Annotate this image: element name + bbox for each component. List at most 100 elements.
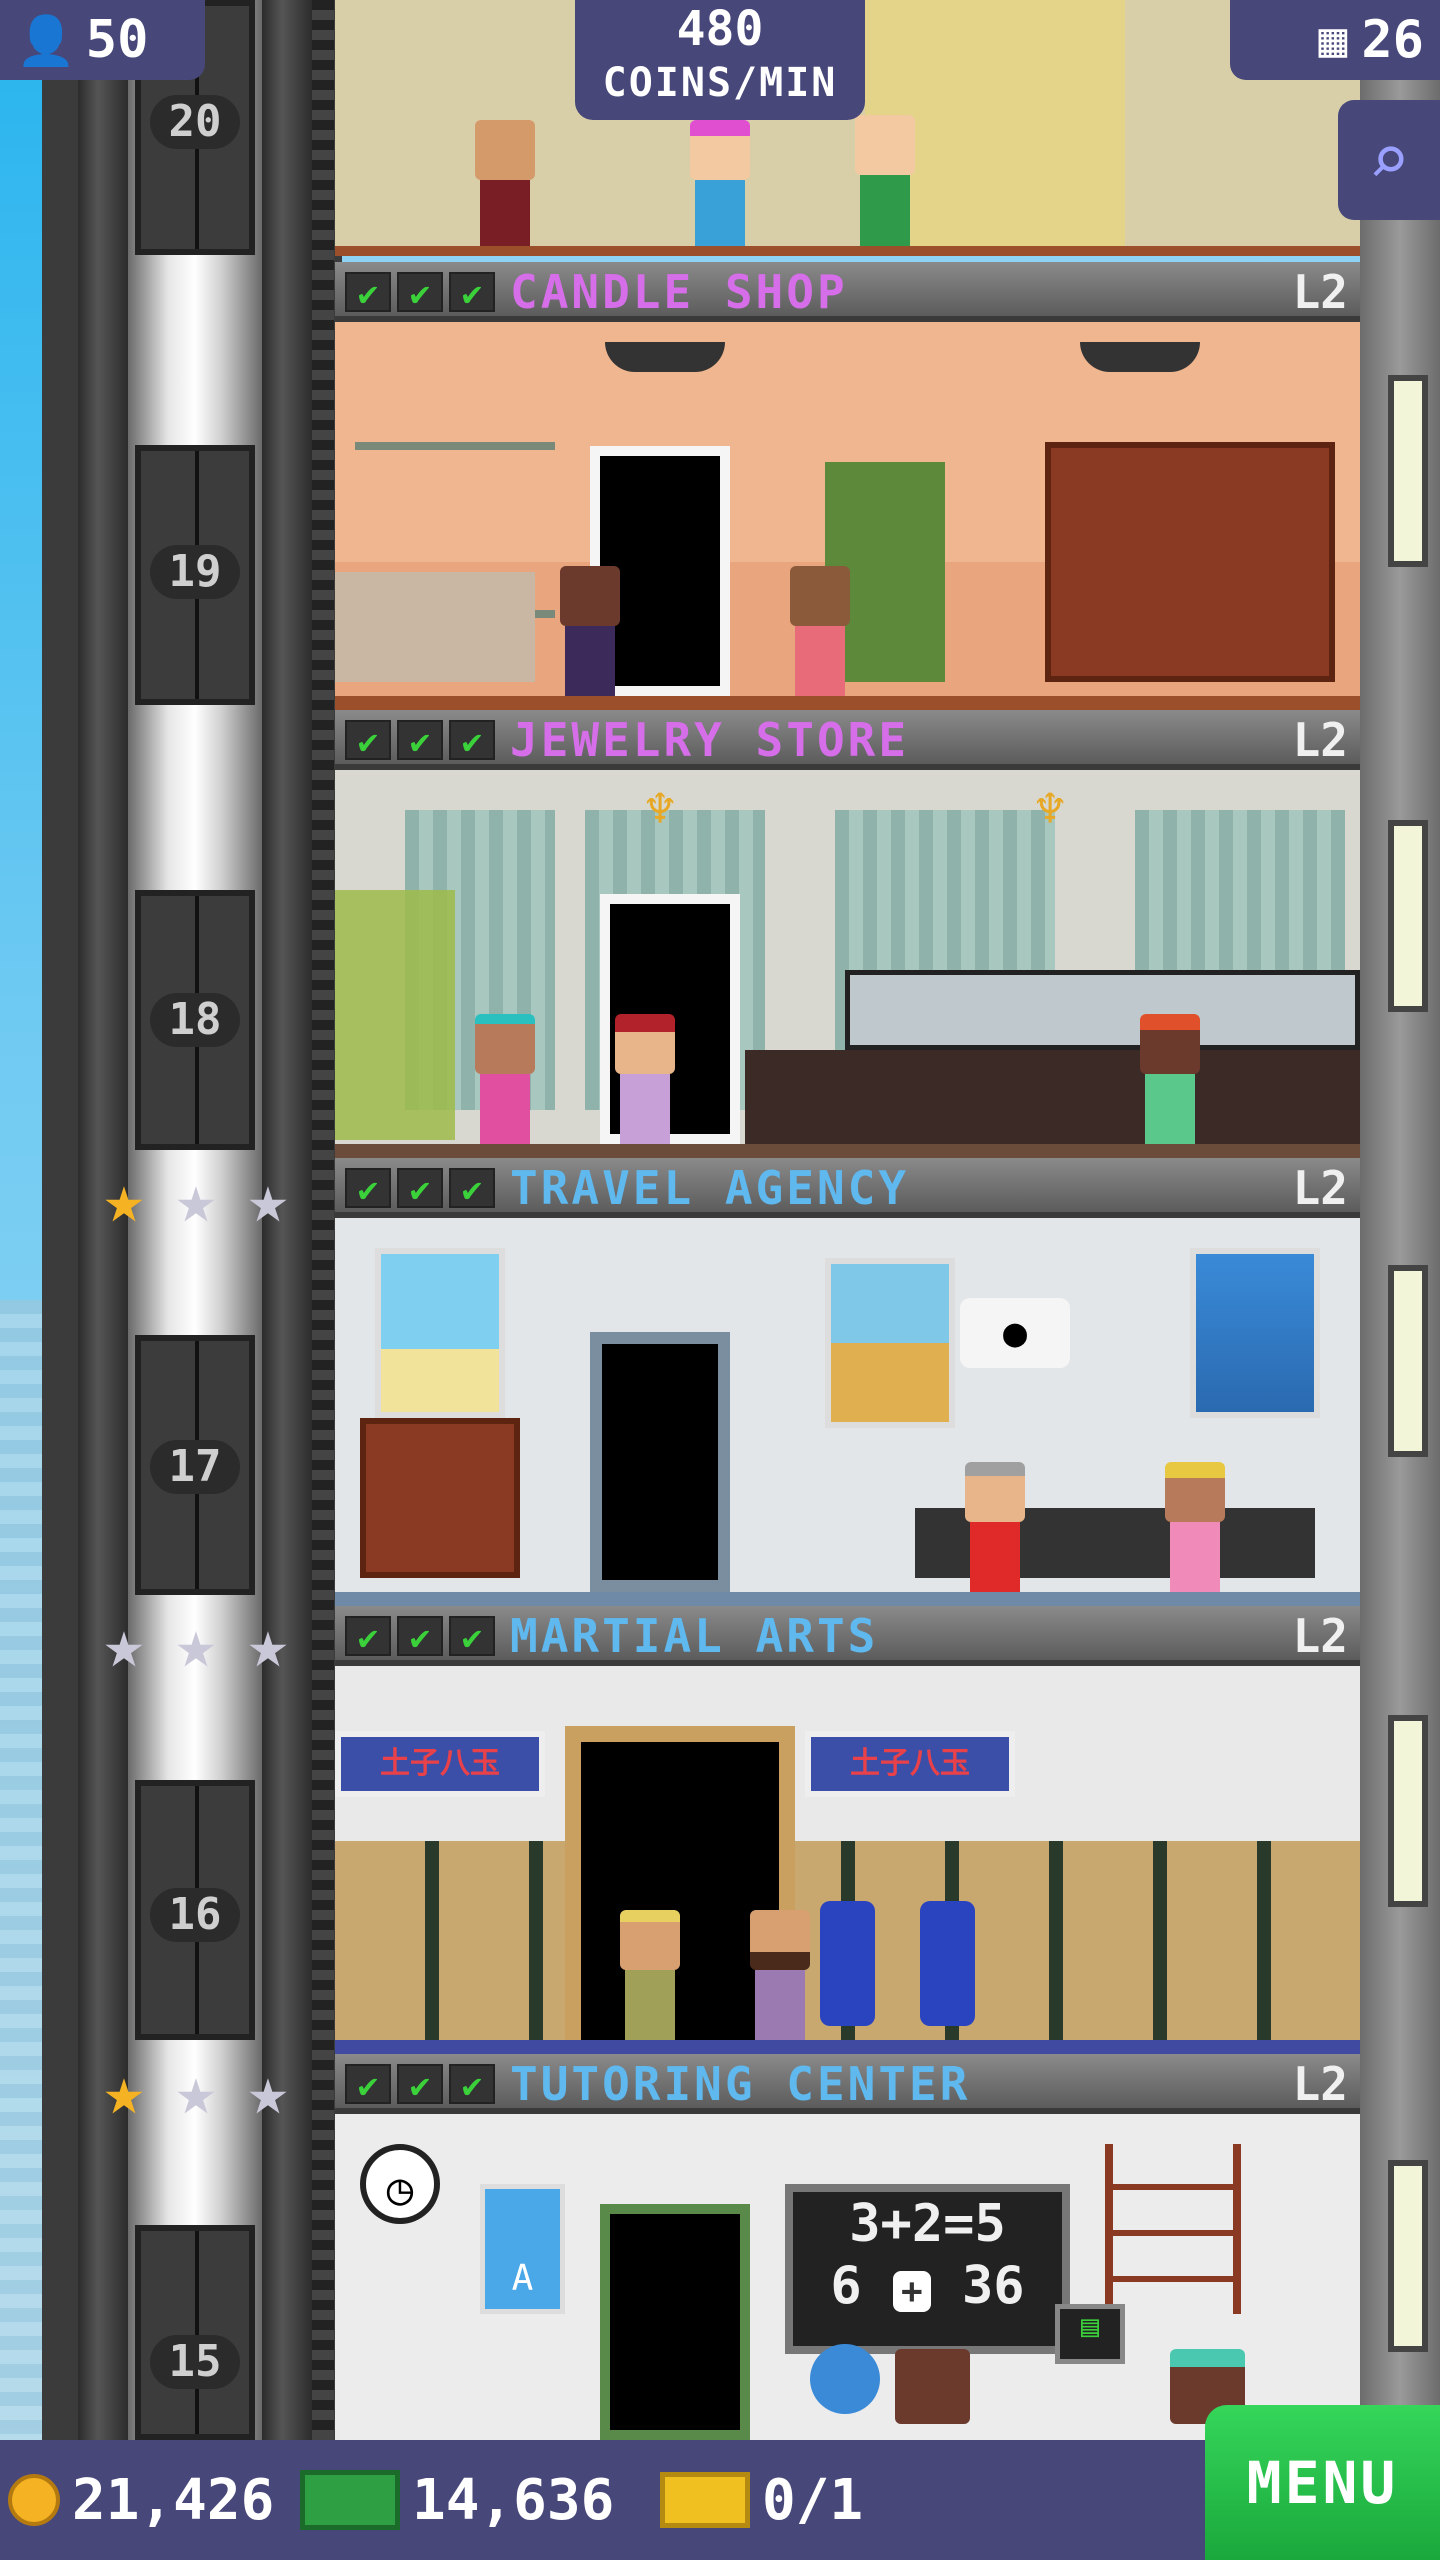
coins-balance[interactable]: 21,426 — [8, 2445, 274, 2555]
apple-poster: A — [480, 2184, 565, 2314]
floor-candle-shop[interactable]: ✔ ✔ ✔ CANDLE SHOP L2 — [335, 262, 1360, 710]
floor-20-floorboard — [335, 246, 1360, 256]
check-icon: ✔ — [397, 1616, 443, 1658]
room-floor — [335, 696, 1360, 710]
bridge-poster — [1190, 1248, 1320, 1418]
elevator-door-15[interactable] — [135, 2225, 255, 2440]
person-head — [855, 115, 915, 175]
check-icon: ✔ — [345, 272, 391, 314]
tickets-balance[interactable]: 0/1 — [660, 2445, 863, 2555]
person-body — [625, 1970, 675, 2040]
person-head — [1140, 1014, 1200, 1074]
floor-checks: ✔ ✔ ✔ — [345, 720, 495, 762]
person[interactable] — [960, 1462, 1030, 1592]
person-body — [755, 1970, 805, 2040]
person-head — [895, 2349, 970, 2424]
magnifier-icon: ⌕ — [1367, 119, 1411, 201]
floor-label-bar: ✔ ✔ ✔ TUTORING CENTER L2 — [335, 2054, 1360, 2114]
floor-label-bar: ✔ ✔ ✔ MARTIAL ARTS L2 — [335, 1606, 1360, 1666]
check-icon: ✔ — [397, 720, 443, 762]
floor-checks: ✔ ✔ ✔ — [345, 1616, 495, 1658]
floor-level: L2 — [1292, 265, 1348, 319]
building-window — [1388, 820, 1428, 1012]
floor-room[interactable]: ◷ A 3+2=5 6 + 36 ▤ — [335, 2114, 1360, 2440]
check-icon: ✔ — [397, 272, 443, 314]
floor-level: L2 — [1292, 713, 1348, 767]
person-head — [750, 1910, 810, 1970]
elevator-track — [312, 0, 334, 2440]
person[interactable] — [1135, 1014, 1205, 1144]
thought-bubble[interactable]: ● — [960, 1298, 1070, 1368]
display-case — [845, 970, 1360, 1050]
floor-room[interactable] — [335, 322, 1360, 710]
floor-martial-arts[interactable]: ✔ ✔ ✔ MARTIAL ARTS L2 ⼟⼦⼋⽟ ⼟⼦⼋⽟ — [335, 1606, 1360, 2054]
person-head — [965, 1462, 1025, 1522]
person[interactable] — [470, 1014, 540, 1144]
floor-label-bar: ✔ ✔ ✔ TRAVEL AGENCY L2 — [335, 1158, 1360, 1218]
dojo-banner: ⼟⼦⼋⽟ — [805, 1731, 1015, 1797]
person-body — [695, 180, 745, 250]
star-icon: ★ — [103, 1605, 145, 1684]
coins-value: 21,426 — [72, 2467, 275, 2533]
person-body — [565, 626, 615, 696]
person-head — [475, 1014, 535, 1074]
floor-name: CANDLE SHOP — [510, 265, 848, 319]
coin-icon — [8, 2474, 60, 2526]
star-rating-row-2: ★ ★ ★ — [92, 1605, 300, 1684]
floor-number-20: 20 — [150, 95, 240, 149]
punching-bag — [820, 1901, 875, 2026]
island-poster — [825, 1258, 955, 1428]
population-counter[interactable]: 👤 50 — [0, 0, 205, 80]
check-icon: ✔ — [449, 272, 495, 314]
floor-checks: ✔ ✔ ✔ — [345, 1168, 495, 1210]
person-head — [560, 566, 620, 626]
floor-level: L2 — [1292, 1161, 1348, 1215]
floor-room[interactable]: ♆ ♆ — [335, 770, 1360, 1158]
floor-label-bar: ✔ ✔ ✔ CANDLE SHOP L2 — [335, 262, 1360, 322]
floor-tutoring-center[interactable]: ✔ ✔ ✔ TUTORING CENTER L2 ◷ A 3+2=5 6 + 3… — [335, 2054, 1360, 2440]
floor-room[interactable]: ⼟⼦⼋⽟ ⼟⼦⼋⽟ — [335, 1666, 1360, 2054]
person-head — [690, 120, 750, 180]
room-floor — [335, 2040, 1360, 2054]
star-rating-row-1: ★ ★ ★ — [92, 1160, 300, 1239]
person-head — [790, 566, 850, 626]
person[interactable] — [615, 1910, 685, 2040]
person[interactable] — [745, 1910, 815, 2040]
people-icon: 👤 — [16, 12, 76, 69]
building-side-wall — [1360, 0, 1440, 2440]
calculator-icon[interactable]: + — [893, 2271, 931, 2312]
floor-jewelry-store[interactable]: ✔ ✔ ✔ JEWELRY STORE L2 ♆ ♆ — [335, 710, 1360, 1158]
star-icon: ★ — [175, 1605, 217, 1684]
check-icon: ✔ — [449, 1616, 495, 1658]
jewelry-counter — [745, 1050, 1360, 1144]
person[interactable] — [785, 566, 855, 696]
floor-room[interactable]: ● — [335, 1218, 1360, 1606]
search-button[interactable]: ⌕ — [1338, 100, 1440, 220]
check-icon: ✔ — [449, 720, 495, 762]
floor-counter[interactable]: ▦ 26 — [1230, 0, 1440, 80]
wall-clock-icon: ◷ — [360, 2144, 440, 2224]
computer-monitor-icon: ▤ — [1055, 2304, 1125, 2364]
candle-shelf — [1045, 442, 1335, 682]
star-icon: ★ — [103, 2052, 145, 2131]
person-head — [620, 1910, 680, 1970]
star-icon: ★ — [175, 1160, 217, 1239]
chandelier-icon: ♆ — [644, 780, 676, 838]
person[interactable] — [555, 566, 625, 696]
person[interactable] — [610, 1014, 680, 1144]
check-icon: ✔ — [345, 2064, 391, 2106]
floor-checks: ✔ ✔ ✔ — [345, 2064, 495, 2106]
person-body — [620, 1074, 670, 1144]
floor-name: TUTORING CENTER — [510, 2057, 971, 2111]
person-head — [475, 120, 535, 180]
person[interactable] — [1160, 1462, 1230, 1592]
chalkboard: 3+2=5 6 + 36 — [785, 2184, 1070, 2354]
building-icon: ▦ — [1318, 12, 1348, 68]
plant — [335, 890, 455, 1140]
floor-travel-agency[interactable]: ✔ ✔ ✔ TRAVEL AGENCY L2 ● — [335, 1158, 1360, 1606]
floor-checks: ✔ ✔ ✔ — [345, 272, 495, 314]
person-body — [795, 626, 845, 696]
menu-button[interactable]: MENU — [1205, 2405, 1440, 2560]
bux-balance[interactable]: 14,636 — [300, 2445, 614, 2555]
person-body — [480, 180, 530, 250]
